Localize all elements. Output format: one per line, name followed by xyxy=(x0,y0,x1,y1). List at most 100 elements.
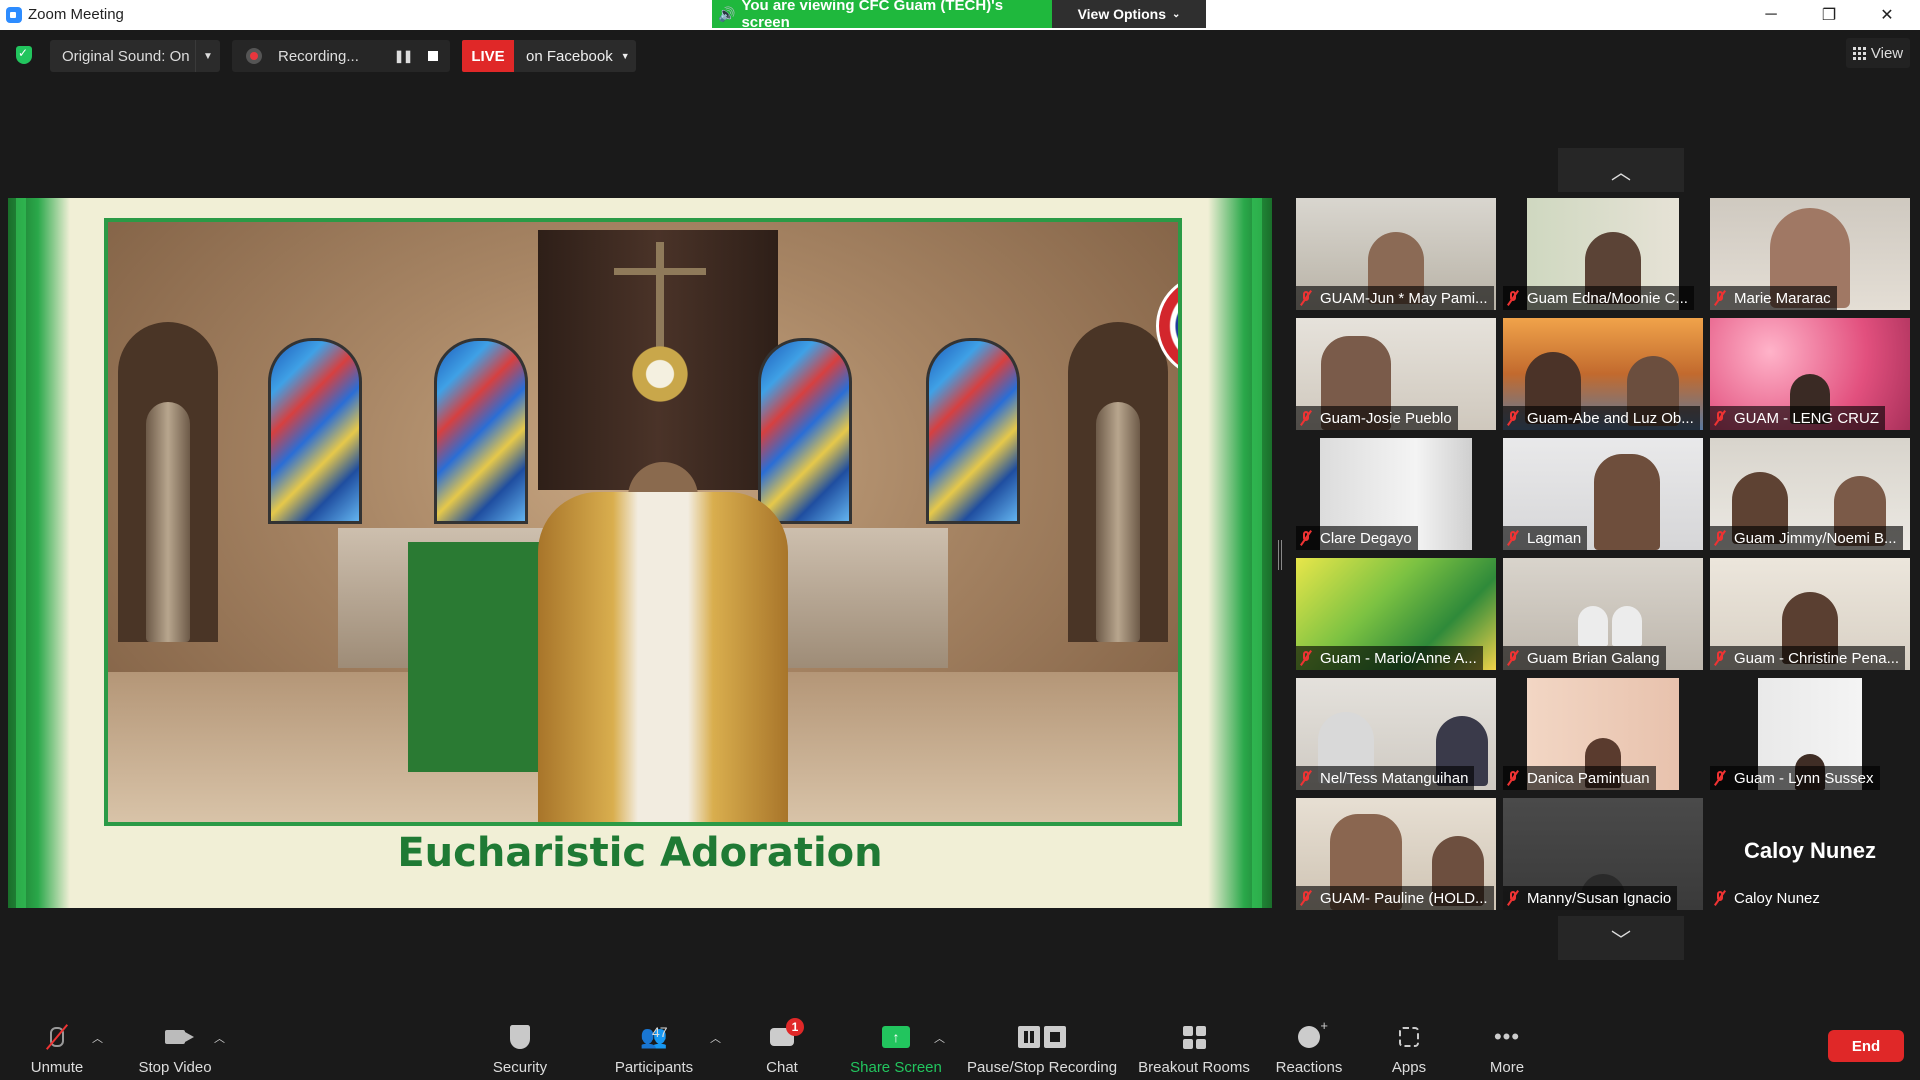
participant-name: Guam Edna/Moonie C... xyxy=(1527,289,1688,307)
video-camera-icon xyxy=(161,1023,194,1051)
participant-tile[interactable]: Danica Pamintuan xyxy=(1503,678,1703,790)
participant-tile[interactable]: Guam - Mario/Anne A... xyxy=(1296,558,1496,670)
encryption-shield-icon[interactable] xyxy=(16,46,32,64)
participant-name: Guam - Mario/Anne A... xyxy=(1320,649,1477,667)
participant-tile[interactable]: Guam-Josie Pueblo xyxy=(1296,318,1496,430)
video-options-caret[interactable]: ︿ xyxy=(214,1030,225,1046)
participant-tile[interactable]: Guam - Christine Pena... xyxy=(1710,558,1910,670)
participant-tile[interactable]: Clare Degayo xyxy=(1296,438,1496,550)
restore-icon: ❐ xyxy=(1821,7,1837,24)
chevron-up-icon: ︿ xyxy=(1611,161,1631,184)
gallery-scroll-down-button[interactable]: ﹀ xyxy=(1558,916,1684,960)
stained-glass-window xyxy=(268,338,362,524)
chat-unread-badge: 1 xyxy=(786,1018,804,1036)
chevron-down-icon: ⌄ xyxy=(1172,8,1181,20)
participants-count: 47 xyxy=(652,1024,668,1040)
participant-name: Guam Brian Galang xyxy=(1527,649,1660,667)
end-meeting-button[interactable]: End xyxy=(1828,1030,1904,1062)
participants-options-caret[interactable]: ︿ xyxy=(710,1030,721,1046)
more-dots-icon: ••• xyxy=(1493,1024,1521,1049)
participant-name: GUAM-Jun * May Pami... xyxy=(1320,289,1488,307)
participant-name: Guam Jimmy/Noemi B... xyxy=(1734,529,1897,547)
stop-recording-icon[interactable] xyxy=(428,51,438,61)
restore-button[interactable]: ❐ xyxy=(1800,0,1858,30)
shared-screen: ф Eucharistic Adoration xyxy=(8,198,1272,908)
close-button[interactable]: ✕ xyxy=(1858,0,1916,30)
participant-figure xyxy=(1594,454,1660,550)
security-label: Security xyxy=(492,1059,548,1076)
participant-tile[interactable]: Guam-Abe and Luz Ob... xyxy=(1503,318,1703,430)
security-button[interactable]: Security xyxy=(480,1010,560,1080)
view-options-button[interactable]: View Options ⌄ xyxy=(1052,0,1206,28)
stop-video-button[interactable]: Stop Video xyxy=(130,1010,220,1080)
participant-tile[interactable]: Guam Brian Galang xyxy=(1503,558,1703,670)
participant-tile[interactable]: Manny/Susan Ignacio xyxy=(1503,798,1703,910)
reactions-button[interactable]: Reactions xyxy=(1270,1010,1348,1080)
participant-name: GUAM - LENG CRUZ xyxy=(1734,409,1880,427)
pause-stop-recording-icon xyxy=(1018,1023,1066,1051)
participant-name: Manny/Susan Ignacio xyxy=(1527,889,1672,907)
apps-button[interactable]: Apps xyxy=(1384,1010,1434,1080)
participant-display-name: Caloy Nunez xyxy=(1743,838,1877,863)
stained-glass-window xyxy=(758,338,852,524)
participant-tile[interactable]: Lagman xyxy=(1503,438,1703,550)
original-sound-label: Original Sound: On xyxy=(62,47,190,65)
audio-options-caret[interactable]: ︿ xyxy=(92,1030,103,1046)
more-label: More xyxy=(1489,1059,1525,1076)
participant-name-bar: GUAM - LENG CRUZ xyxy=(1710,406,1886,430)
participant-name-bar: GUAM- Pauline (HOLD... xyxy=(1296,886,1494,910)
share-screen-button[interactable]: ↑ Share Screen xyxy=(846,1010,946,1080)
minimize-icon: ─ xyxy=(1765,6,1777,23)
breakout-rooms-button[interactable]: Breakout Rooms xyxy=(1134,1010,1254,1080)
participant-tile[interactable]: Guam Jimmy/Noemi B... xyxy=(1710,438,1910,550)
participant-name-bar: Guam - Christine Pena... xyxy=(1710,646,1906,670)
muted-mic-icon xyxy=(1714,651,1726,665)
panel-resize-handle[interactable] xyxy=(1278,540,1282,570)
participants-button[interactable]: 👥 47 Participants xyxy=(604,1010,704,1080)
muted-mic-icon xyxy=(1300,771,1312,785)
original-sound-button[interactable]: Original Sound: On ▼ xyxy=(50,40,220,72)
participant-tile[interactable]: Guam Edna/Moonie C... xyxy=(1503,198,1703,310)
joseph-statue xyxy=(1096,402,1140,642)
participant-tile[interactable]: GUAM- Pauline (HOLD... xyxy=(1296,798,1496,910)
live-destination-label: on Facebook xyxy=(526,47,613,65)
chat-button[interactable]: 1 Chat xyxy=(752,1010,812,1080)
left-alcove xyxy=(118,322,218,642)
crucifix-beam xyxy=(614,268,706,275)
participant-tile[interactable]: GUAM-Jun * May Pami... xyxy=(1296,198,1496,310)
stained-glass-window xyxy=(434,338,528,524)
live-destination-dropdown[interactable]: on Facebook ▼ xyxy=(514,40,636,72)
participant-name: GUAM- Pauline (HOLD... xyxy=(1320,889,1488,907)
participant-tile[interactable]: Caloy Nunez Caloy Nunez xyxy=(1710,798,1910,910)
participant-tile[interactable]: Nel/Tess Matanguihan xyxy=(1296,678,1496,790)
pause-recording-icon[interactable]: ❚❚ xyxy=(394,49,413,63)
unmute-label: Unmute xyxy=(30,1059,84,1076)
gallery-scroll-up-button[interactable]: ︿ xyxy=(1558,148,1684,192)
muted-mic-icon xyxy=(1507,411,1519,425)
minimize-button[interactable]: ─ xyxy=(1742,0,1800,30)
zoom-app-icon xyxy=(6,7,22,23)
muted-mic-icon xyxy=(1300,891,1312,905)
muted-mic-icon xyxy=(1507,531,1519,545)
share-screen-icon: ↑ xyxy=(882,1023,910,1051)
chevron-down-icon: ﹀ xyxy=(1611,929,1631,952)
muted-mic-icon xyxy=(1714,891,1726,905)
original-sound-dropdown[interactable]: ▼ xyxy=(195,40,220,72)
view-button[interactable]: View xyxy=(1846,38,1910,68)
more-button[interactable]: ••• More xyxy=(1482,1010,1532,1080)
share-banner-text: You are viewing CFC Guam (TECH)'s screen xyxy=(741,0,1004,31)
view-label: View xyxy=(1870,44,1904,62)
unmute-button[interactable]: Unmute xyxy=(22,1010,92,1080)
muted-mic-icon xyxy=(1714,771,1726,785)
participant-name-bar: Nel/Tess Matanguihan xyxy=(1296,766,1475,790)
participant-name: Guam - Christine Pena... xyxy=(1734,649,1900,667)
share-options-caret[interactable]: ︿ xyxy=(934,1030,945,1046)
pause-stop-recording-button[interactable]: Pause/Stop Recording xyxy=(962,1010,1122,1080)
participant-tile[interactable]: GUAM - LENG CRUZ xyxy=(1710,318,1910,430)
pause-stop-recording-label: Pause/Stop Recording xyxy=(966,1059,1118,1076)
reactions-smiley-icon xyxy=(1295,1018,1328,1051)
participant-name: Caloy Nunez xyxy=(1734,889,1820,907)
breakout-rooms-icon xyxy=(1180,1023,1208,1051)
participant-tile[interactable]: Guam - Lynn Sussex xyxy=(1710,678,1910,790)
participant-tile[interactable]: Marie Mararac xyxy=(1710,198,1910,310)
